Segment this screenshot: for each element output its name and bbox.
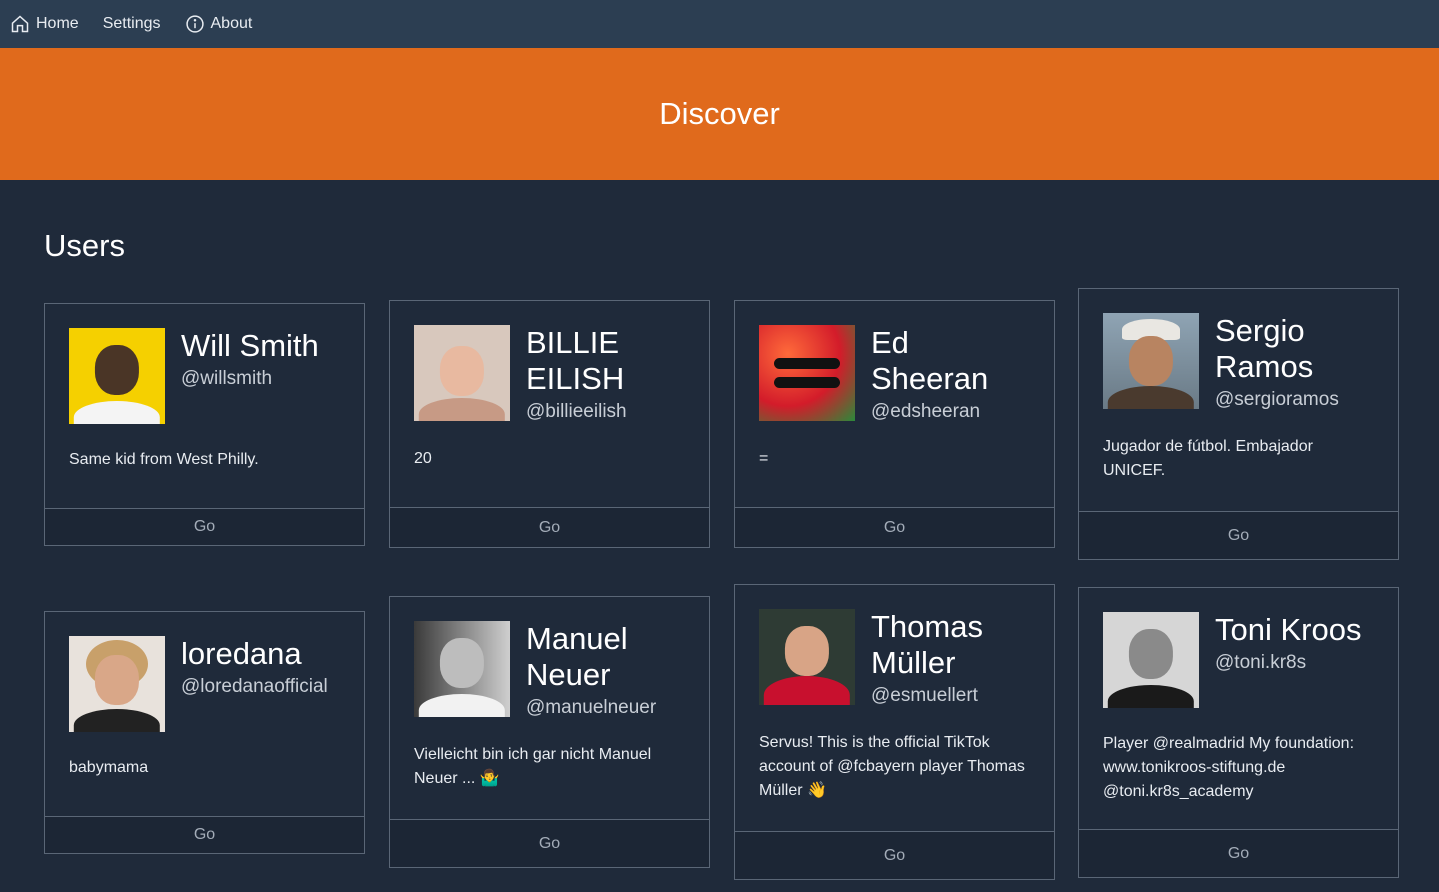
- user-bio: 20: [414, 450, 432, 467]
- go-button[interactable]: Go: [1079, 511, 1398, 559]
- user-card: Ed Sheeran @edsheeran = Go: [734, 300, 1055, 548]
- user-name: Will Smith: [181, 328, 319, 363]
- user-card: Thomas Müller @esmuellert Servus! This i…: [734, 584, 1055, 880]
- user-card: loredana @loredanaofficial babymama Go: [44, 611, 365, 854]
- user-name: Thomas Müller: [871, 609, 983, 680]
- avatar: [414, 325, 510, 421]
- user-card: Will Smith @willsmith Same kid from West…: [44, 303, 365, 546]
- user-bio: Vielleicht bin ich gar nicht Manuel Neue…: [414, 746, 652, 787]
- go-button[interactable]: Go: [390, 819, 709, 867]
- user-bio: Jugador de fútbol. Embajador UNICEF.: [1103, 438, 1313, 479]
- go-button[interactable]: Go: [45, 508, 364, 545]
- go-button[interactable]: Go: [735, 507, 1054, 547]
- user-name: Ed Sheeran: [871, 325, 989, 396]
- user-handle: @edsheeran: [871, 401, 981, 422]
- user-name: loredana: [181, 636, 302, 671]
- go-button[interactable]: Go: [1079, 829, 1398, 877]
- user-handle: @manuelneuer: [526, 697, 657, 718]
- section-title: Users: [44, 228, 125, 263]
- users-grid: Users Will Smith @willsmith Same kid fro…: [0, 0, 1439, 892]
- go-button[interactable]: Go: [390, 507, 709, 547]
- avatar: [69, 328, 165, 424]
- user-handle: @sergioramos: [1215, 389, 1339, 410]
- user-card: Manuel Neuer @manuelneuer Vielleicht bin…: [389, 596, 710, 868]
- go-button[interactable]: Go: [45, 816, 364, 853]
- user-bio: Servus! This is the official TikTok acco…: [759, 734, 1025, 799]
- user-bio: Player @realmadrid My foundation: www.to…: [1103, 735, 1355, 800]
- user-card: Toni Kroos @toni.kr8s Player @realmadrid…: [1078, 587, 1399, 878]
- user-name: BILLIE EILISH: [526, 325, 625, 396]
- user-bio: babymama: [69, 759, 149, 776]
- avatar: [1103, 313, 1199, 409]
- user-handle: @esmuellert: [871, 685, 978, 706]
- user-bio: Same kid from West Philly.: [69, 451, 259, 468]
- avatar: [414, 621, 510, 717]
- user-card: Sergio Ramos @sergioramos Jugador de fút…: [1078, 288, 1399, 560]
- avatar: [759, 609, 855, 705]
- user-name: Sergio Ramos: [1215, 313, 1314, 384]
- user-handle: @willsmith: [181, 368, 273, 389]
- go-button[interactable]: Go: [735, 831, 1054, 879]
- user-bio: =: [759, 450, 769, 467]
- user-name: Toni Kroos: [1215, 612, 1362, 647]
- user-name: Manuel Neuer: [526, 621, 628, 692]
- avatar: [69, 636, 165, 732]
- user-handle: @toni.kr8s: [1215, 652, 1307, 673]
- user-handle: @loredanaofficial: [181, 676, 328, 697]
- user-card: BILLIE EILISH @billieeilish 20 Go: [389, 300, 710, 548]
- user-handle: @billieeilish: [526, 401, 627, 422]
- avatar: [1103, 612, 1199, 708]
- avatar: [759, 325, 855, 421]
